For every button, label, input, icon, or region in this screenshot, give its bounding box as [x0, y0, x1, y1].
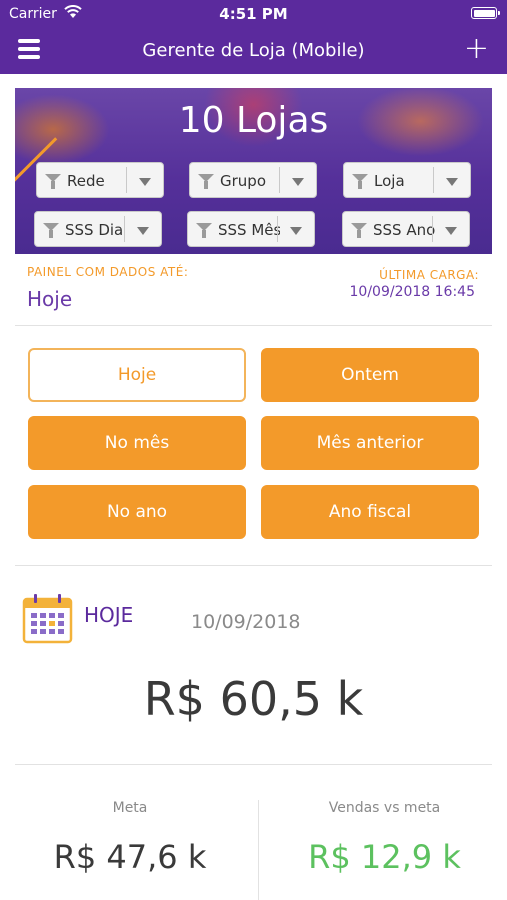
panel-data-value: Hoje — [27, 287, 73, 311]
summary-label: HOJE — [84, 603, 134, 627]
divider — [15, 325, 492, 326]
column-separator — [258, 800, 259, 900]
filter-separator — [279, 167, 280, 193]
summary-amount: R$ 60,5 k — [143, 672, 364, 726]
filter-icon — [196, 223, 212, 238]
store-count: 10 Lojas — [178, 100, 329, 141]
period-button-ontem[interactable]: Ontem — [261, 348, 479, 402]
filter-separator — [124, 216, 125, 242]
filter-grupo[interactable]: Grupo — [189, 162, 317, 198]
page-title: Gerente de Loja (Mobile) — [142, 40, 365, 61]
filter-icon — [198, 174, 214, 189]
divider — [15, 565, 492, 566]
filter-icon — [45, 174, 61, 189]
filter-icon — [352, 174, 368, 189]
filter-separator — [432, 216, 433, 242]
divider — [15, 764, 492, 765]
calendar-icon — [22, 594, 73, 644]
filter-separator — [126, 167, 127, 193]
period-button-no-ano[interactable]: No ano — [28, 485, 246, 539]
dropdown-caret-icon — [445, 227, 457, 235]
dropdown-caret-icon — [292, 178, 304, 186]
meta-label: Meta — [112, 800, 148, 816]
period-button-hoje[interactable]: Hoje — [28, 348, 246, 402]
last-load-value: 10/09/2018 16:45 — [349, 284, 476, 300]
filter-sss-ano[interactable]: SSS Ano — [342, 211, 470, 247]
status-bar: Carrier 4:51 PM — [0, 0, 507, 28]
filter-loja[interactable]: Loja — [343, 162, 471, 198]
period-button-no-mes[interactable]: No mês — [28, 416, 246, 470]
filter-icon — [43, 223, 59, 238]
filter-sss-mes[interactable]: SSS Mês — [187, 211, 315, 247]
panel-data-label: PAINEL COM DADOS ATÉ: — [27, 265, 189, 279]
filter-label: SSS Mês — [218, 221, 280, 239]
dropdown-caret-icon — [290, 227, 302, 235]
filter-label: Grupo — [220, 172, 266, 190]
meta-value: R$ 47,6 k — [53, 838, 207, 876]
summary-date: 10/09/2018 — [191, 611, 301, 633]
navigation-bar: Gerente de Loja (Mobile) + — [0, 28, 507, 74]
filter-label: SSS Dia — [65, 221, 124, 239]
filter-separator — [433, 167, 434, 193]
dropdown-caret-icon — [137, 227, 149, 235]
filter-label: Rede — [67, 172, 105, 190]
clock: 4:51 PM — [219, 5, 288, 23]
period-button-ano-fiscal[interactable]: Ano fiscal — [261, 485, 479, 539]
period-button-mes-anterior[interactable]: Mês anterior — [261, 416, 479, 470]
last-load-label: ÚLTIMA CARGA: — [379, 268, 479, 282]
sales-vs-target-label: Vendas vs meta — [328, 800, 441, 816]
top-bar: Carrier 4:51 PM Gerente de Loja (Mobile)… — [0, 0, 507, 74]
filter-label: SSS Ano — [373, 221, 435, 239]
filter-rede[interactable]: Rede — [36, 162, 164, 198]
battery-icon — [471, 7, 500, 19]
filter-separator — [277, 216, 278, 242]
dropdown-caret-icon — [446, 178, 458, 186]
sales-vs-target-value: R$ 12,9 k — [308, 838, 461, 876]
filter-sss-dia[interactable]: SSS Dia — [34, 211, 162, 247]
add-icon[interactable]: + — [464, 34, 489, 64]
stores-banner: 10 Lojas Rede Grupo Loja SSS Dia SSS Mês… — [15, 88, 492, 254]
dropdown-caret-icon — [139, 178, 151, 186]
filter-label: Loja — [374, 172, 405, 190]
filter-icon — [351, 223, 367, 238]
